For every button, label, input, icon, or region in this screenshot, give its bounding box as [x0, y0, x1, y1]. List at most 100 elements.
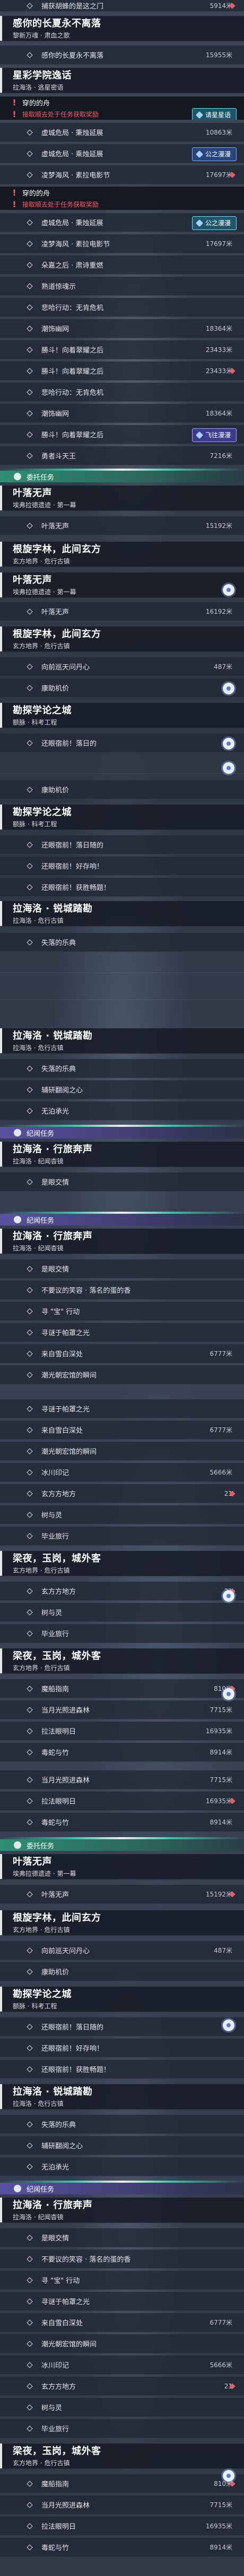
quest-step-row[interactable]: 失落的乐典 — [0, 1059, 244, 1078]
quest-title-row[interactable]: 叶落无声 — [0, 1854, 244, 1868]
quest-title-row[interactable]: 星彩学院逸话 — [0, 68, 244, 82]
quest-step-row[interactable]: 潮饰幽网 18364米 — [0, 404, 244, 423]
quest-step-row[interactable]: 捕获胡蜂的是这之门 5914米 — [0, 0, 244, 12]
quest-step-row[interactable]: 冰川印记 5666米 — [0, 2356, 244, 2375]
track-quest-button[interactable] — [223, 2470, 234, 2482]
quest-title-row[interactable]: 勘探学论之城 — [0, 805, 244, 818]
quest-step-row[interactable]: 树与灵 — [0, 2398, 244, 2417]
quest-step-row[interactable]: 冰川印记 5666米 — [0, 1463, 244, 1482]
quest-title-row[interactable]: 拉海洛 · 行旅奔声 — [0, 1229, 244, 1242]
quest-title-row[interactable]: 根旋字林，此间玄方 — [0, 627, 244, 640]
track-quest-button[interactable] — [223, 1688, 234, 1700]
track-quest-button[interactable] — [223, 2019, 234, 2031]
quest-step-row[interactable]: 还眼宿前！获胜畅题！ — [0, 878, 244, 897]
quest-title-row[interactable]: 梁夜，玉岗，城外客 — [0, 1648, 244, 1662]
quest-step-row[interactable]: 还眼宿前！落日随的 — [0, 835, 244, 854]
quest-title-row[interactable]: 感你的长夏永不离落 — [0, 16, 244, 30]
quest-step-row[interactable]: 虚城危局 · 秉烛延展10863米公之漫漫 — [0, 213, 244, 232]
quest-step-row[interactable]: 辅研翻阅之心 — [0, 1080, 244, 1099]
quest-step-row[interactable]: 是眼交情 — [0, 1172, 244, 1192]
track-quest-button[interactable] — [223, 584, 234, 596]
quest-title-row[interactable]: 勘探学论之城 — [0, 1987, 244, 2000]
quest-alert-title-row[interactable]: ! 穿的的舟 — [0, 187, 244, 198]
quest-step-row[interactable]: 熟道惊魂示 — [0, 277, 244, 296]
quest-step-row[interactable]: 感你的长夏永不离落 15955米 — [0, 46, 244, 65]
quest-alert-title-row[interactable]: ! 穿的的舟 — [0, 96, 244, 108]
track-quest-button[interactable] — [223, 683, 234, 694]
quest-step-row[interactable]: 拉法眼明日 16935米 — [0, 1722, 244, 1741]
quest-title-row[interactable]: 拉海洛 · 锐城踏勘 — [0, 1028, 244, 1042]
quest-step-row[interactable]: 失落的乐典 — [0, 933, 244, 952]
quest-step-row[interactable]: 凌梦海风 · 素拉电影节 17697米 — [0, 165, 244, 184]
guide-badge[interactable]: 请星星语 — [191, 108, 237, 120]
quest-step-row[interactable]: 魔船指南 810米 — [0, 1679, 244, 1698]
quest-title-row[interactable]: 拉海洛 · 行旅奔声 — [0, 1142, 244, 1155]
category-header-lore[interactable]: 纪闻任务 — [0, 1127, 244, 1139]
quest-step-row[interactable]: 玄方方地方21 — [0, 1484, 244, 1503]
track-quest-button[interactable] — [223, 738, 234, 749]
quest-step-row[interactable]: 悲哈行动：无肯危机 — [0, 298, 244, 317]
quest-step-row[interactable]: 无泊承光 — [0, 2157, 244, 2176]
quest-step-row[interactable]: 玄方方地方21 — [0, 2377, 244, 2396]
quest-step-row[interactable]: 拉法眼明日 16935米 — [0, 2517, 244, 2536]
quest-step-row[interactable]: 康助机价 — [0, 1962, 244, 1981]
quest-step-row[interactable]: 康助机价 — [0, 678, 244, 698]
quest-step-row[interactable]: 当月光照进森林 7715米 — [0, 1770, 244, 1789]
quest-step-row[interactable]: 寻谜于帕罩之光 — [0, 1399, 244, 1418]
quest-step-row[interactable]: 悲哈行动：无肯危机 — [0, 383, 244, 402]
category-header-commission[interactable]: 委托任务 — [0, 471, 244, 482]
guide-badge[interactable]: 公之漫漫 — [191, 147, 237, 161]
quest-step-row[interactable]: 毕业旅行 — [0, 1527, 244, 1546]
quest-title-row[interactable]: 叶落无声 — [0, 486, 244, 499]
quest-step-row[interactable]: 树与灵 — [0, 1603, 244, 1622]
quest-step-row[interactable]: 还眼宿前！落日随的 — [0, 2017, 244, 2036]
quest-step-row[interactable]: 寻 "宝" 行动 — [0, 2271, 244, 2290]
quest-step-row[interactable]: 来自雪白深处 6777米 — [0, 1344, 244, 1363]
quest-alert-row[interactable]: ! 接取顺去处于任务获取奖励 请星星语 — [0, 108, 244, 120]
quest-step-row[interactable]: 毕业旅行 — [0, 1624, 244, 1643]
quest-step-row[interactable]: 是眼交情 — [0, 1259, 244, 1278]
quest-step-row[interactable]: 辅研翻阅之心 — [0, 2136, 244, 2155]
quest-step-row[interactable]: 寻谜于帕罩之光 — [0, 1323, 244, 1342]
quest-step-row[interactable]: 潮光朝宏馆的瞬间 — [0, 2334, 244, 2353]
quest-step-row[interactable]: 还眼宿前！获胜畅题！ — [0, 2060, 244, 2079]
quest-step-row[interactable]: 虚城危局 · 乘烛延展10863米公之漫漫 — [0, 144, 244, 163]
quest-step-row[interactable]: 勝斗！向着翠耀之后23433米飞往漫漫 — [0, 425, 244, 444]
quest-step-row[interactable]: 潮光朝宏馆的瞬间 — [0, 1442, 244, 1461]
quest-title-row[interactable]: 根旋字林，此间玄方 — [0, 1910, 244, 1924]
guide-badge[interactable]: 公之漫漫 — [191, 216, 237, 230]
quest-step-row[interactable]: 是眼交情 — [0, 2228, 244, 2247]
track-quest-button[interactable] — [223, 762, 234, 774]
quest-step-row[interactable]: 失落的乐典 — [0, 2115, 244, 2134]
quest-title-row[interactable]: 梁夜，玉岗，城外客 — [0, 2443, 244, 2457]
quest-step-row[interactable]: 寻谜于帕罩之光 — [0, 2292, 244, 2311]
quest-step-row[interactable]: 叶落无声 15192米 — [0, 516, 244, 535]
category-header-commission[interactable]: 委托任务 — [0, 1839, 244, 1851]
quest-step-row[interactable]: 朵嘉之后 · 肃诗重燃 — [0, 255, 244, 275]
quest-step-row[interactable]: 叶落无声 16192米 — [0, 602, 244, 621]
quest-title-row[interactable]: 拉海洛 · 锐城踏勘 — [0, 901, 244, 915]
quest-step-row[interactable]: 还眼宿前！好存响！ — [0, 857, 244, 876]
quest-step-row[interactable]: 拉法眼明日 16935米 — [0, 1792, 244, 1811]
quest-step-row[interactable]: 玄方方地方21 — [0, 1582, 244, 1601]
quest-title-row[interactable]: 拉海洛 · 锐城踏勘 — [0, 2084, 244, 2098]
quest-step-row[interactable]: 无泊承光 — [0, 1101, 244, 1121]
quest-step-row[interactable]: 不要议的笑容 · 落名的蛋的香 — [0, 1281, 244, 1300]
quest-alert-row[interactable]: ! 接取顺去处于任务获取奖励 — [0, 198, 244, 210]
quest-step-row[interactable]: 魔船指南 810米 — [0, 2474, 244, 2493]
quest-step-row[interactable]: 虚城危局 · 秉烛延展 10863米 — [0, 123, 244, 142]
quest-step-row[interactable]: 当月光照进森林 7715米 — [0, 2495, 244, 2515]
quest-step-row[interactable]: 潮光朝宏馆的瞬间 — [0, 1365, 244, 1384]
quest-step-row[interactable]: 毒蛇与竹 8914米 — [0, 1813, 244, 1832]
quest-title-row[interactable]: 梁夜，玉岗，城外客 — [0, 1551, 244, 1565]
quest-step-row[interactable]: 勝斗！向着翠耀之后 23433米 — [0, 361, 244, 381]
quest-title-row[interactable]: 勘探学论之城 — [0, 703, 244, 717]
category-header-lore[interactable]: 纪闻任务 — [0, 1214, 244, 1225]
quest-step-row[interactable]: 勝斗！向着翠耀之后 23433米 — [0, 340, 244, 359]
quest-step-row[interactable]: 还眼宿前！落日的 — [0, 734, 244, 753]
quest-step-row[interactable]: 来自雪白深处 6777米 — [0, 1421, 244, 1440]
quest-step-row[interactable]: 康助机价 — [0, 780, 244, 799]
quest-step-row[interactable]: 毕业旅行 — [0, 2419, 244, 2438]
quest-step-row[interactable]: 毒蛇与竹 8914米 — [0, 2538, 244, 2557]
quest-step-row[interactable]: 还眼宿前！好存响！ — [0, 2039, 244, 2058]
